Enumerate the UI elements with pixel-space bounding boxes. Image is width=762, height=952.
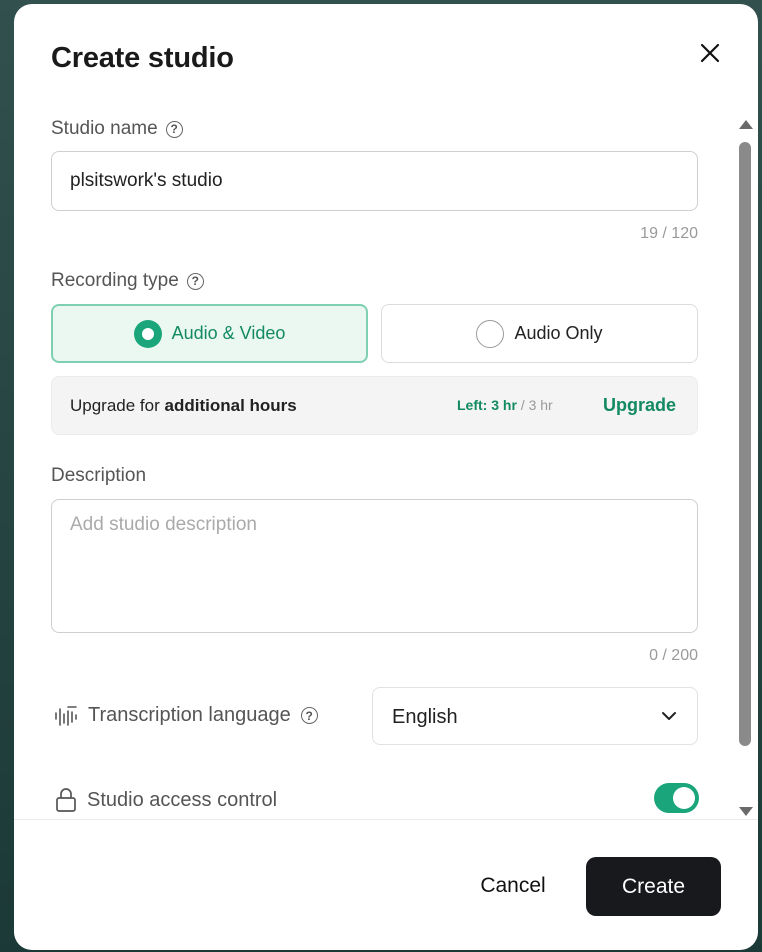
- help-icon[interactable]: ?: [300, 707, 318, 724]
- close-icon: [700, 43, 720, 63]
- scroll-down-arrow-icon[interactable]: [739, 807, 753, 816]
- dialog-title: Create studio: [51, 42, 234, 74]
- help-icon[interactable]: ?: [186, 272, 204, 290]
- selected-language: English: [392, 706, 458, 728]
- recording-type-label-text: Recording type: [51, 270, 179, 291]
- radio-unselected-icon: [476, 319, 505, 348]
- description-label: Description: [51, 465, 146, 487]
- recording-option-label: Audio Only: [514, 323, 603, 343]
- recording-option-audio-only[interactable]: Audio Only: [381, 304, 698, 363]
- upgrade-banner: Upgrade for additional hours Left: 3 hr …: [51, 376, 698, 435]
- create-button[interactable]: Create: [586, 857, 721, 916]
- hours-left-value: 3 hr: [491, 397, 517, 413]
- transcription-label-text: Transcription language: [88, 704, 291, 726]
- help-icon[interactable]: ?: [165, 120, 183, 138]
- cancel-button[interactable]: Cancel: [469, 857, 557, 915]
- transcription-language-label: Transcription language ?: [54, 704, 318, 727]
- radio-selected-icon: [133, 319, 162, 348]
- recording-option-audio-video[interactable]: Audio & Video: [51, 304, 368, 363]
- dialog-footer: Cancel Create: [14, 819, 758, 950]
- transcription-language-select[interactable]: English: [372, 687, 698, 745]
- studio-name-label: Studio name ?: [51, 118, 183, 140]
- studio-name-input[interactable]: [51, 151, 698, 211]
- scrollbar-thumb[interactable]: [739, 142, 751, 746]
- description-counter: 0 / 200: [649, 647, 698, 664]
- upgrade-text: Upgrade for additional hours: [70, 396, 297, 416]
- close-button[interactable]: [697, 40, 723, 66]
- dialog-body: Studio name ? 19 / 120 Recording type ? …: [14, 104, 758, 819]
- create-studio-dialog: Create studio Studio name ? 19 / 120 Rec…: [14, 4, 758, 950]
- upgrade-text-bold: additional hours: [164, 396, 297, 415]
- access-control-label-text: Studio access control: [87, 788, 278, 811]
- description-label-text: Description: [51, 465, 147, 486]
- scroll-up-arrow-icon[interactable]: [739, 120, 753, 129]
- studio-name-label-text: Studio name: [51, 118, 158, 139]
- studio-name-counter: 19 / 120: [640, 225, 698, 242]
- upgrade-link[interactable]: Upgrade: [603, 395, 676, 416]
- lock-icon: [56, 788, 76, 812]
- access-control-toggle[interactable]: [654, 783, 699, 813]
- upgrade-text-prefix: Upgrade for: [70, 396, 160, 415]
- chevron-down-icon: [662, 712, 676, 720]
- hours-total: / 3 hr: [520, 397, 553, 413]
- recording-option-label: Audio & Video: [171, 323, 286, 343]
- access-control-label: Studio access control: [55, 787, 277, 813]
- hours-left-label: Left:: [457, 397, 488, 413]
- recording-type-label: Recording type ?: [51, 270, 204, 292]
- waveform-icon: [55, 705, 77, 726]
- scrollbar[interactable]: [734, 120, 754, 819]
- hours-remaining: Left: 3 hr / 3 hr: [457, 397, 553, 413]
- description-textarea[interactable]: [51, 499, 698, 633]
